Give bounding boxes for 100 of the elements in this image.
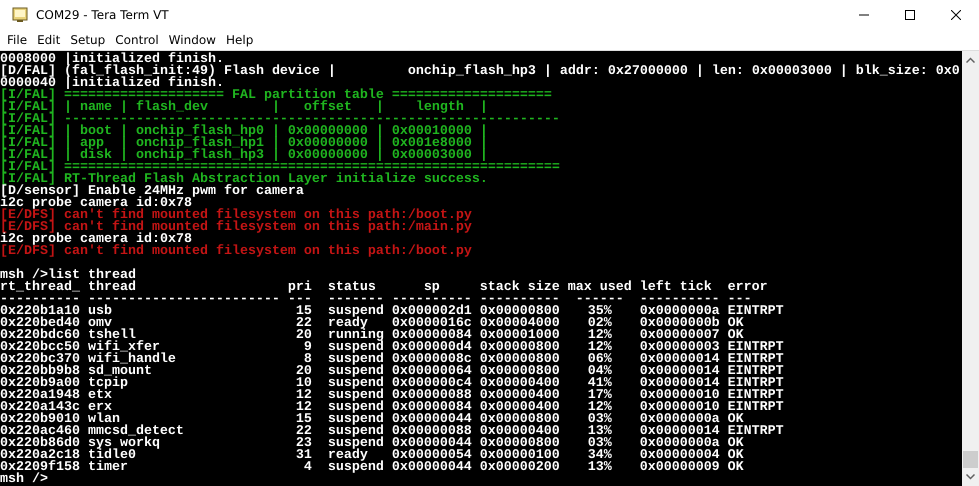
- table-cell: 0x00000800: [480, 306, 560, 318]
- menu-item[interactable]: Help: [221, 33, 258, 47]
- table-cell: 0x00000004: [640, 450, 720, 462]
- table-cell: 0x00000400: [480, 426, 560, 438]
- window-title: COM29 - Tera Term VT: [36, 8, 170, 22]
- menu-item[interactable]: Window: [164, 33, 221, 47]
- menu-item[interactable]: Edit: [32, 33, 66, 47]
- table-cell: 0x00000088: [392, 426, 472, 438]
- table-cell-text: 10: [294, 378, 312, 390]
- table-cell-text: timer: [88, 462, 129, 474]
- table-cell-text: 12%: [586, 402, 613, 414]
- table-cell: EINTRPT: [728, 402, 784, 414]
- table-cell: EINTRPT: [728, 390, 784, 402]
- table-cell-text: 06%: [586, 354, 613, 366]
- close-icon: [951, 10, 961, 20]
- table-cell: 0x00000200: [480, 462, 560, 474]
- terminal-line: [I/FAL] | name | flash_dev | offset | length |: [0, 102, 489, 114]
- table-cell-text: 17%: [586, 390, 613, 402]
- header-rule: ------: [574, 294, 625, 306]
- table-cell-text: tcpip: [88, 378, 129, 390]
- table-cell-text: 13%: [586, 426, 613, 438]
- scroll-down-icon[interactable]: [966, 474, 975, 480]
- table-cell: 0x000000c4: [392, 378, 472, 390]
- table-cell-text: 22: [294, 426, 312, 438]
- table-cell-text: wlan: [88, 414, 120, 426]
- table-cell: 0x00000014: [640, 354, 720, 366]
- header-rule: ----------: [640, 294, 720, 306]
- table-cell-text: 23: [294, 438, 312, 450]
- scroll-up-icon[interactable]: [966, 57, 975, 63]
- table-cell: suspend: [328, 462, 384, 474]
- table-cell-text: ready: [328, 450, 368, 462]
- table-cell: 0x00004000: [480, 318, 560, 330]
- table-cell: 0x0000000a: [640, 414, 720, 426]
- table-cell: EINTRPT: [728, 378, 784, 390]
- table-cell: suspend: [328, 426, 384, 438]
- table-cell: 0x00000088: [392, 390, 472, 402]
- header-rule: ---: [728, 294, 752, 306]
- table-cell: 0x00000084: [392, 402, 472, 414]
- table-cell: EINTRPT: [728, 354, 784, 366]
- table-cell: 0x00000054: [392, 450, 472, 462]
- table-cell-text: 34%: [586, 450, 613, 462]
- column-header: thread: [88, 282, 137, 294]
- scrollbar[interactable]: [962, 51, 979, 486]
- table-cell: 0x0000000a: [640, 438, 720, 450]
- table-cell: 0x0000016c: [392, 318, 472, 330]
- table-cell-text: 12: [294, 390, 312, 402]
- table-cell: suspend: [328, 438, 384, 450]
- table-cell: 0x00000010: [640, 402, 720, 414]
- table-cell: 0x00000044: [392, 462, 472, 474]
- table-cell: suspend: [328, 354, 384, 366]
- table-cell: 0x00000400: [480, 378, 560, 390]
- column-header: sp: [422, 282, 441, 294]
- terminal-line: [I/FAL] | disk | onchip_flash_hp3 | 0x00000000 | 0x00003000 |: [0, 150, 489, 162]
- table-cell-text: 13%: [586, 462, 613, 474]
- table-cell: 0x00000003: [640, 342, 720, 354]
- menu-item[interactable]: Setup: [65, 33, 110, 47]
- table-cell: 0x00000014: [640, 378, 720, 390]
- table-cell: 0x00000800: [480, 354, 560, 366]
- table-cell-text: OK: [728, 330, 744, 342]
- scroll-thumb[interactable]: [963, 451, 978, 468]
- app-icon: [12, 7, 28, 23]
- table-cell-text: 12: [294, 402, 312, 414]
- table-cell: suspend: [328, 414, 384, 426]
- table-cell-text: OK: [728, 438, 745, 450]
- table-cell: 0x00000400: [480, 402, 560, 414]
- table-cell-text: ready: [328, 318, 368, 330]
- table-cell: 0x00001000: [480, 330, 560, 342]
- table-cell-text: OK: [728, 318, 745, 330]
- table-cell-text: 20: [294, 366, 312, 378]
- table-cell-text: 03%: [586, 414, 613, 426]
- column-header: max used: [568, 282, 632, 294]
- table-cell: EINTRPT: [728, 426, 784, 438]
- table-cell-text: 9: [302, 342, 312, 354]
- table-cell-text: 4: [302, 462, 312, 474]
- table-cell: 0x00000100: [480, 450, 560, 462]
- table-cell: 0x0000008c: [392, 354, 472, 366]
- menu-item[interactable]: Control: [110, 33, 164, 47]
- table-cell: EINTRPT: [728, 342, 784, 354]
- table-cell: running: [328, 330, 384, 342]
- table-cell-text: 04%: [586, 366, 613, 378]
- table-cell-text: OK: [728, 414, 744, 426]
- table-cell: 0x220b9010: [0, 414, 80, 426]
- table-cell: 0x00000800: [480, 414, 560, 426]
- table-cell-text: 03%: [586, 438, 613, 450]
- table-cell-text: OK: [728, 462, 745, 474]
- table-cell-text: 15: [294, 306, 312, 318]
- table-cell: 0x00000044: [392, 438, 472, 450]
- terminal-line: [I/FAL] | boot | onchip_flash_hp0 | 0x00000000 | 0x00010000 |: [0, 126, 489, 138]
- table-cell: 0x000000d4: [392, 342, 472, 354]
- header-rule: ---: [288, 294, 312, 306]
- column-header: stack size: [480, 282, 560, 294]
- column-header: rt_thread_: [0, 282, 80, 294]
- table-cell: 0x220b86d0: [0, 438, 80, 450]
- table-cell: 0x00000800: [480, 366, 560, 378]
- table-cell-text: 12%: [586, 342, 613, 354]
- table-cell: 0x220b9a00: [0, 378, 80, 390]
- table-cell-text: 02%: [586, 318, 613, 330]
- table-cell-text: 12%: [586, 330, 613, 342]
- column-header: status: [328, 282, 377, 294]
- menu-item[interactable]: File: [2, 33, 32, 47]
